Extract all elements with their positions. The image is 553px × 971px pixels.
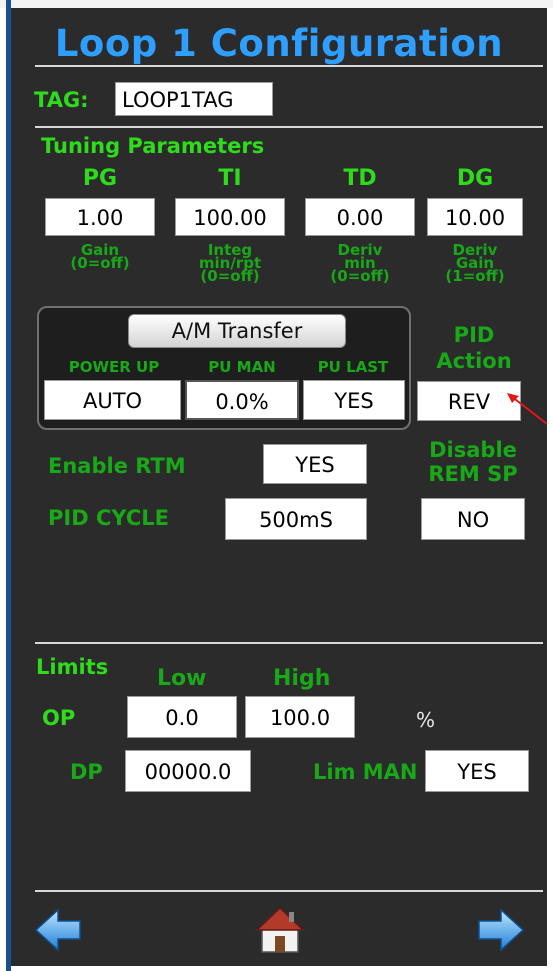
ti-desc-line3: (0=off) [200,267,260,285]
power-up-select[interactable]: AUTO [44,380,181,420]
home-icon[interactable] [255,906,305,954]
disable-rem-sp-select[interactable]: NO [421,498,525,540]
pid-action-label: PID Action [417,322,531,374]
divider-nav [35,890,543,892]
op-low-input[interactable]: 0.0 [127,696,237,738]
disable-rem-sp-label-line1: Disable [429,438,517,462]
am-transfer-button[interactable]: A/M Transfer [128,314,346,348]
divider-tag [35,126,543,128]
op-high-input[interactable]: 100.0 [245,696,355,738]
limits-high-label: High [273,666,331,691]
limits-low-label: Low [157,666,207,691]
enable-rtm-select[interactable]: YES [263,444,367,484]
dg-description: Deriv Gain (1=off) [427,243,523,285]
tag-label: TAG: [34,88,89,112]
right-arrow-icon[interactable] [477,908,525,952]
enable-rtm-label: Enable RTM [48,454,186,478]
lim-man-select[interactable]: YES [425,750,529,792]
dg-input[interactable]: 10.00 [427,198,523,236]
loop-config-screen: Loop 1 Configuration TAG: LOOP1TAG Tunin… [11,8,547,966]
pg-label: PG [82,166,118,191]
disable-rem-sp-label-line2: REM SP [428,462,518,486]
pg-description: Gain (0=off) [45,243,155,272]
pg-desc-line2: (0=off) [70,254,130,272]
disable-rem-sp-label: Disable REM SP [415,438,531,486]
ti-description: Integ min/rpt (0=off) [175,243,285,285]
top-strip [0,0,553,8]
ti-label: TI [218,166,242,191]
pu-last-label: PU LAST [317,358,389,376]
dp-input[interactable]: 00000.0 [125,750,251,792]
tuning-heading: Tuning Parameters [41,134,265,158]
pu-man-label: PU MAN [208,358,276,376]
dg-label: DG [456,166,494,191]
tag-input[interactable]: LOOP1TAG [115,82,273,116]
divider-top [35,65,543,67]
dg-desc-line3: (1=off) [445,267,505,285]
divider-limits [35,642,543,644]
pid-action-label-line1: PID [453,323,495,347]
pid-cycle-label: PID CYCLE [48,506,169,530]
limits-heading: Limits [36,655,109,679]
pid-action-label-line2: Action [436,349,512,373]
op-unit: % [416,708,436,732]
lim-man-label: Lim MAN [313,760,418,784]
td-label: TD [343,166,377,191]
power-up-label: POWER UP [68,358,160,376]
left-arrow-icon[interactable] [34,908,82,952]
td-description: Deriv min (0=off) [305,243,415,285]
pu-man-input[interactable]: 0.0% [185,380,299,420]
dp-label: DP [70,760,103,784]
pu-last-select[interactable]: YES [303,380,405,420]
pg-input[interactable]: 1.00 [45,198,155,236]
annotation-arrow-icon [507,393,547,425]
td-desc-line3: (0=off) [330,267,390,285]
td-input[interactable]: 0.00 [305,198,415,236]
page-title: Loop 1 Configuration [54,22,504,65]
pid-cycle-select[interactable]: 500mS [225,498,367,540]
op-label: OP [42,706,76,730]
ti-input[interactable]: 100.00 [175,198,285,236]
